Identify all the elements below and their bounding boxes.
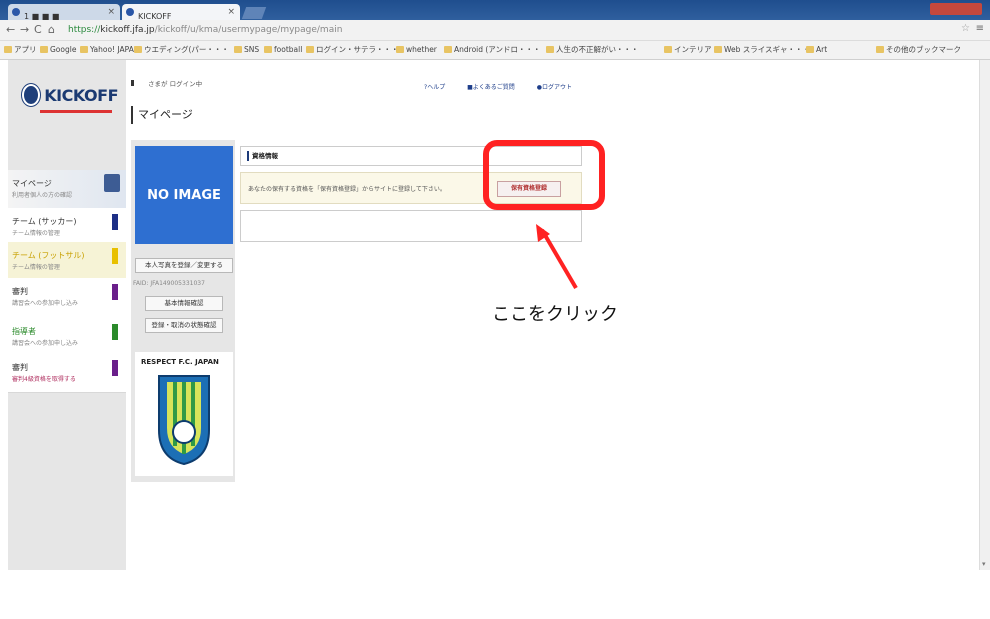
bookmark-item[interactable]: インテリア	[664, 44, 712, 56]
sidebar-item-label: 審判	[12, 287, 28, 296]
bookmark-ribbon-icon	[112, 214, 118, 230]
tab-favicon-icon	[126, 8, 134, 16]
sidebar-item-sub: チーム情報の管理	[12, 264, 60, 271]
sidebar-item-referee-license[interactable]: 審判 審判4級資格を取得する	[8, 354, 126, 393]
notice-text: あなたの保有する資格を「保有資格登録」からサイトに登録して下さい。	[248, 186, 446, 193]
new-tab-button[interactable]	[241, 7, 267, 19]
sidebar-item-sub: チーム情報の管理	[12, 230, 60, 237]
bookmark-item[interactable]: ログイン・サテラ・・・	[306, 44, 399, 56]
sidebar-item-label: マイページ	[12, 179, 52, 188]
bookmark-item[interactable]: SNS	[234, 44, 259, 56]
window-close-button[interactable]	[930, 3, 982, 15]
sidebar-item-sub: 講習会への参加申し込み	[12, 340, 79, 347]
back-icon[interactable]: ←	[6, 22, 15, 38]
browser-tab-active[interactable]: KICKOFF ×	[122, 4, 240, 21]
login-status: さまが ログイン中	[131, 78, 202, 88]
bookmark-item[interactable]: その他のブックマーク	[876, 44, 961, 56]
tab-close-icon[interactable]: ×	[227, 4, 235, 20]
logo-text: KICKOFF	[44, 85, 118, 105]
basic-info-button[interactable]: 基本情報確認	[145, 296, 223, 311]
bookmark-item[interactable]: whether	[396, 44, 437, 56]
click-here-annotation: ここをクリック	[492, 304, 618, 325]
bookmark-item[interactable]: Art	[806, 44, 827, 56]
bookmark-ribbon-icon	[112, 248, 118, 264]
page-title: マイページ	[131, 106, 193, 124]
home-icon[interactable]: ⌂	[48, 22, 55, 38]
sidebar-item-sub: 審判4級資格を取得する	[12, 376, 76, 383]
bookmark-item[interactable]: ウエディング(パー・・・	[134, 44, 229, 56]
help-link[interactable]: ?ヘルプ	[424, 84, 455, 91]
faq-link[interactable]: ■よくあるご質問	[467, 84, 525, 91]
bookmark-ribbon-icon	[112, 360, 118, 376]
emblem-title: RESPECT F.C. JAPAN	[141, 358, 219, 366]
sidebar-item-coach[interactable]: 指導者 講習会への参加申し込み	[8, 318, 126, 355]
sidebar-item-mypage[interactable]: マイページ 利用者個人の方の確認	[8, 170, 126, 209]
page-scrollbar[interactable]: ▾	[979, 60, 990, 570]
arrow-icon	[536, 224, 578, 290]
url-scheme: https://	[68, 25, 101, 35]
browser-tab[interactable]: 1 ■ ■ ■ ×	[8, 4, 120, 21]
bookmark-ribbon-icon	[112, 324, 118, 340]
url-host: kickoff.jfa.jp	[100, 25, 155, 35]
profile-photo-placeholder: NO IMAGE	[135, 146, 233, 244]
shield-emblem-icon	[158, 375, 210, 466]
web-page: KICKOFF マイページ 利用者個人の方の確認 チーム (サッカー) チーム情…	[0, 60, 990, 570]
sidebar-item-team-futsal[interactable]: チーム (フットサル) チーム情報の管理	[8, 242, 126, 279]
photo-register-button[interactable]: 本人写真を登録／変更する	[135, 258, 233, 273]
bookmark-item[interactable]: Web スライスギャ・・・	[714, 44, 810, 56]
url-field[interactable]: https://kickoff.jfa.jp/kickoff/u/kma/use…	[68, 23, 342, 37]
scroll-down-icon[interactable]: ▾	[982, 560, 986, 568]
kickoff-logo[interactable]: KICKOFF	[8, 72, 118, 118]
logo-underline	[40, 110, 112, 113]
sidebar-item-label: 審判	[12, 363, 28, 372]
soccer-ball-icon	[22, 84, 41, 106]
profile-column: NO IMAGE 本人写真を登録／変更する FAID: JFA149005331…	[131, 140, 235, 482]
forward-icon[interactable]: →	[20, 22, 29, 38]
bookmark-ribbon-icon	[112, 284, 118, 300]
reload-icon[interactable]: C	[34, 22, 42, 38]
mypage-badge-icon	[104, 174, 120, 192]
tab-favicon-icon	[12, 8, 20, 16]
fid-number: FAID: JFA149005331037	[133, 280, 205, 287]
sidebar-item-sub: 利用者個人の方の確認	[12, 192, 73, 199]
bookmark-item[interactable]: Google	[40, 44, 76, 56]
sidebar-item-team-soccer[interactable]: チーム (サッカー) チーム情報の管理	[8, 208, 126, 243]
bookmark-item[interactable]: アプリ	[4, 44, 37, 56]
bookmark-item[interactable]: football	[264, 44, 302, 56]
team-emblem: RESPECT F.C. JAPAN	[135, 352, 233, 476]
sidebar-item-label: チーム (サッカー)	[12, 217, 77, 226]
history-button[interactable]: 登録・取消の状態確認	[145, 318, 223, 333]
bookmark-star-icon[interactable]: ☆	[961, 23, 970, 34]
logout-link[interactable]: ●ログアウト	[537, 84, 582, 91]
bookmark-item[interactable]: Yahoo! JAPAN	[80, 44, 139, 56]
tab-close-icon[interactable]: ×	[107, 4, 115, 20]
address-bar: ← → C ⌂ https://kickoff.jfa.jp/kickoff/u…	[0, 20, 990, 41]
menu-icon[interactable]: ≡	[976, 23, 984, 34]
browser-tab-bar: 1 ■ ■ ■ × KICKOFF ×	[0, 0, 990, 21]
url-path: /kickoff/u/kma/usermypage/mypage/main	[154, 25, 343, 35]
highlight-box	[483, 140, 605, 210]
bookmark-item[interactable]: Android (アンドロ・・・	[444, 44, 541, 56]
header-links: ?ヘルプ ■よくあるご質問 ●ログアウト	[424, 82, 592, 91]
sidebar-item-label: 指導者	[12, 327, 36, 336]
bookmark-item[interactable]: 人生の不正解がい・・・	[546, 44, 639, 56]
sidebar-item-sub: 講習会への参加申し込み	[12, 300, 79, 307]
bookmarks-bar: アプリ Google Yahoo! JAPAN ウエディング(パー・・・ SNS…	[0, 41, 990, 60]
sidebar-item-referee[interactable]: 審判 講習会への参加申し込み	[8, 278, 126, 319]
sidebar-item-label: チーム (フットサル)	[12, 251, 85, 260]
qualification-title: 資格情報	[247, 151, 278, 161]
